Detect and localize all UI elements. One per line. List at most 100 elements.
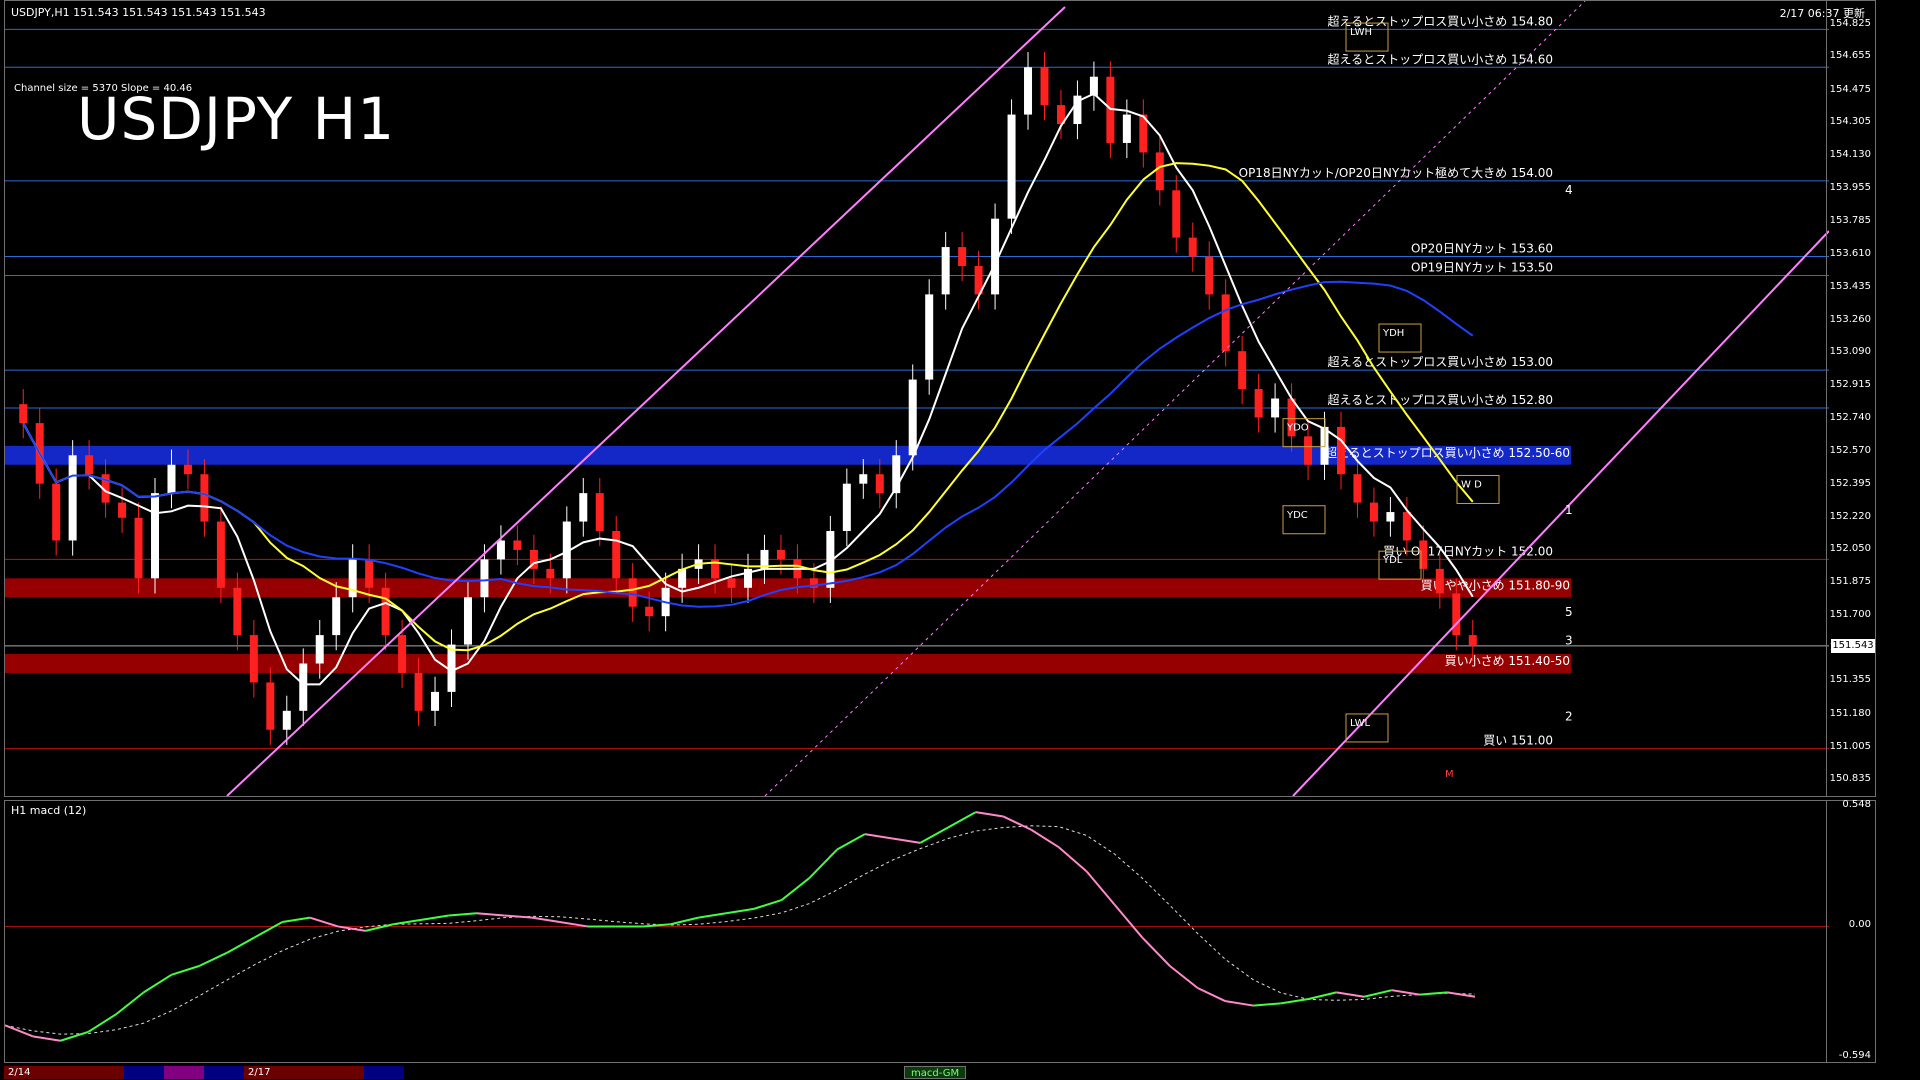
macd-tick: -0.594	[1838, 1050, 1871, 1061]
macd-segment	[115, 991, 145, 1016]
price-tick: 153.610	[1829, 247, 1871, 259]
macd-segment	[420, 914, 449, 921]
macd-segment	[504, 914, 533, 919]
candle-body	[1336, 426, 1345, 475]
macd-segment	[780, 877, 810, 901]
macd-segment	[1447, 991, 1476, 998]
zone-label: 買い小さめ 151.40-50	[1445, 654, 1570, 668]
candle-body	[1435, 568, 1444, 594]
macd-segment	[1085, 870, 1116, 906]
macd-segment	[32, 1035, 61, 1042]
candle-body	[595, 493, 604, 531]
candle-body	[463, 597, 472, 645]
candle-body	[1188, 237, 1197, 257]
macd-segment	[87, 1013, 117, 1033]
candle-body	[365, 559, 374, 588]
candle-body	[68, 455, 77, 541]
ydo-marker: YDO	[1286, 423, 1309, 434]
candle-body	[1007, 114, 1016, 219]
price-tick: 153.090	[1829, 346, 1871, 358]
candle-body	[266, 682, 275, 730]
trading-terminal: 超えるとストップロス買い小さめ 152.50-60 買いやや小さめ 151.80-…	[0, 0, 1920, 1080]
candle-body	[513, 540, 522, 550]
candle-body	[1122, 114, 1131, 143]
price-tick: 151.875	[1829, 576, 1871, 588]
macd-segment	[725, 907, 755, 915]
ydh-marker: YDH	[1382, 328, 1404, 339]
macd-segment	[808, 848, 838, 879]
price-tick: 154.655	[1829, 49, 1871, 61]
level-label: 買い 151.00	[1483, 734, 1553, 748]
candle-body	[200, 474, 209, 522]
candle-body	[1172, 190, 1181, 238]
macd-segment	[1336, 991, 1365, 998]
level-label: 超えるとストップロス買い小さめ 153.00	[1328, 354, 1553, 369]
candle-body	[776, 549, 785, 560]
macd-segment	[1169, 965, 1199, 989]
price-chart-pane[interactable]: 超えるとストップロス買い小さめ 152.50-60 買いやや小さめ 151.80-…	[4, 0, 1876, 797]
macd-segment	[1030, 828, 1060, 849]
candle-body	[958, 247, 967, 266]
date-label-1: 2/14	[4, 1066, 124, 1079]
macd-segment	[254, 921, 283, 939]
candle-body	[315, 635, 324, 664]
macd-segment	[1197, 987, 1226, 1003]
candle-body	[431, 691, 440, 711]
candle-body	[908, 379, 917, 456]
candle-body	[1040, 67, 1049, 106]
macd-segment	[1225, 1000, 1254, 1007]
candle-body	[1155, 152, 1164, 191]
macd-axis[interactable]: 0.548 0.00 -0.594	[1826, 799, 1875, 1062]
macd-segment	[171, 965, 200, 976]
price-tick: 152.570	[1829, 444, 1871, 456]
level-label: OP20日NYカット 153.60	[1411, 242, 1553, 256]
date-seg-purple	[164, 1066, 204, 1079]
wave-label-1: 1	[1565, 503, 1573, 517]
macd-segment	[836, 833, 866, 851]
macd-segment	[919, 826, 949, 844]
price-axis[interactable]: 154.825 154.655 154.475 154.305 154.130 153.9…	[1826, 1, 1875, 796]
macd-segment	[476, 912, 505, 917]
wave-label-3: 3	[1565, 634, 1573, 648]
candle-body	[842, 483, 851, 531]
candle-body	[941, 247, 950, 295]
macd-segment	[1058, 846, 1088, 873]
macd-canvas[interactable]	[5, 801, 1829, 1062]
macd-segment	[559, 921, 588, 928]
macd-segment	[1113, 903, 1143, 939]
price-tick: 153.955	[1829, 182, 1871, 194]
macd-segment	[1391, 989, 1420, 996]
macd-segment	[1141, 936, 1171, 967]
candle-body	[1304, 436, 1313, 465]
level-label: 超えるとストップロス買い小さめ 152.80	[1328, 392, 1553, 407]
macd-segment	[448, 912, 477, 917]
zone-band	[5, 654, 1571, 673]
macd-pane[interactable]: H1 macd (12) 0.548 0.00 -0.594	[4, 799, 1876, 1063]
candle-body	[282, 710, 291, 730]
candle-body	[332, 597, 341, 636]
candle-body	[1254, 389, 1263, 418]
macd-segment	[753, 899, 782, 910]
price-tick: 152.395	[1829, 477, 1871, 489]
price-tick: 154.825	[1829, 17, 1871, 29]
date-label-2: 2/17	[244, 1066, 364, 1079]
candle-body	[52, 483, 61, 541]
lwl-marker: LWL	[1350, 718, 1371, 729]
candle-body	[85, 455, 94, 475]
candle-body	[216, 521, 225, 588]
macd-segment	[226, 936, 256, 954]
macd-segment	[143, 973, 172, 994]
candle-body	[546, 568, 555, 579]
macd-segment	[531, 916, 560, 924]
m-marker: M	[1445, 769, 1454, 780]
candle-body	[859, 474, 868, 484]
price-tick: 151.355	[1829, 674, 1871, 686]
candle-body	[134, 517, 143, 579]
macd-segment	[698, 912, 727, 919]
macd-segment	[1253, 1002, 1281, 1007]
candle-body	[1205, 256, 1214, 295]
macd-segment	[282, 916, 311, 924]
price-tick: 153.435	[1829, 280, 1871, 292]
price-tick: 152.740	[1829, 412, 1871, 424]
indicator-tab[interactable]: macd-GM	[904, 1066, 967, 1079]
